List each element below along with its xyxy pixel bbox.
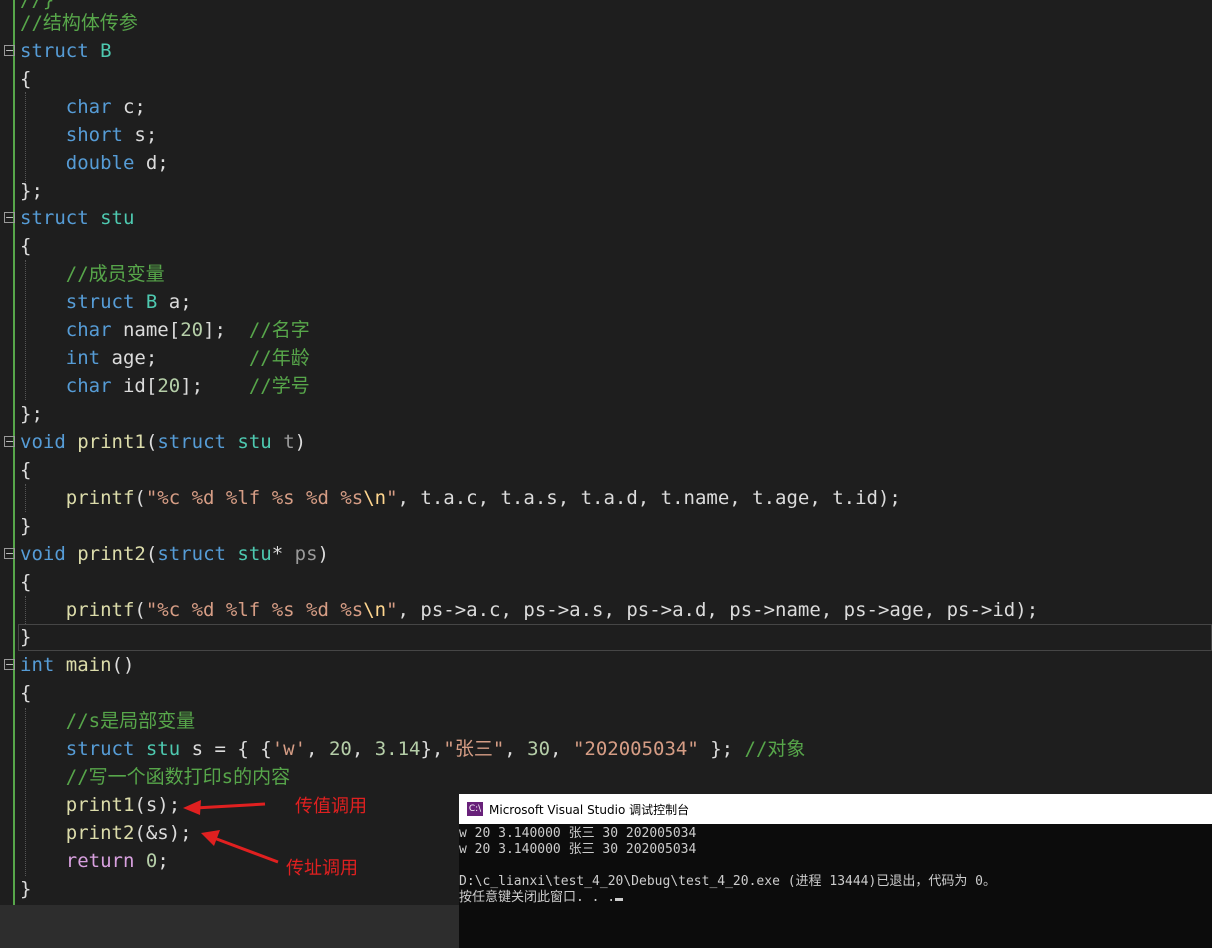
debug-console-window[interactable]: C:\ Microsoft Visual Studio 调试控制台 w 20 3… bbox=[459, 794, 1212, 948]
arrow-by-address bbox=[201, 830, 279, 864]
annotation-arrows bbox=[183, 800, 279, 864]
arrow-by-value bbox=[183, 800, 266, 815]
annotation-by-value: 传值调用 bbox=[295, 796, 367, 817]
console-line: w 20 3.140000 张三 30 202005034 bbox=[459, 826, 697, 841]
annotation-by-address: 传址调用 bbox=[286, 858, 358, 879]
console-cursor bbox=[615, 898, 624, 901]
console-output: w 20 3.140000 张三 30 202005034 w 20 3.1400… bbox=[459, 824, 1212, 906]
console-line: w 20 3.140000 张三 30 202005034 bbox=[459, 842, 697, 857]
editor-bottom-area bbox=[0, 905, 460, 948]
vs-console-icon: C:\ bbox=[467, 802, 483, 816]
console-titlebar[interactable]: C:\ Microsoft Visual Studio 调试控制台 bbox=[459, 794, 1212, 824]
console-line: D:\c_lianxi\test_4_20\Debug\test_4_20.ex… bbox=[459, 874, 996, 889]
console-title: Microsoft Visual Studio 调试控制台 bbox=[489, 802, 690, 817]
code-editor[interactable]: − − − − − //} //结构体传参 struct B { char c;… bbox=[0, 0, 1212, 905]
console-line: 按任意键关闭此窗口. . . bbox=[459, 890, 1212, 906]
